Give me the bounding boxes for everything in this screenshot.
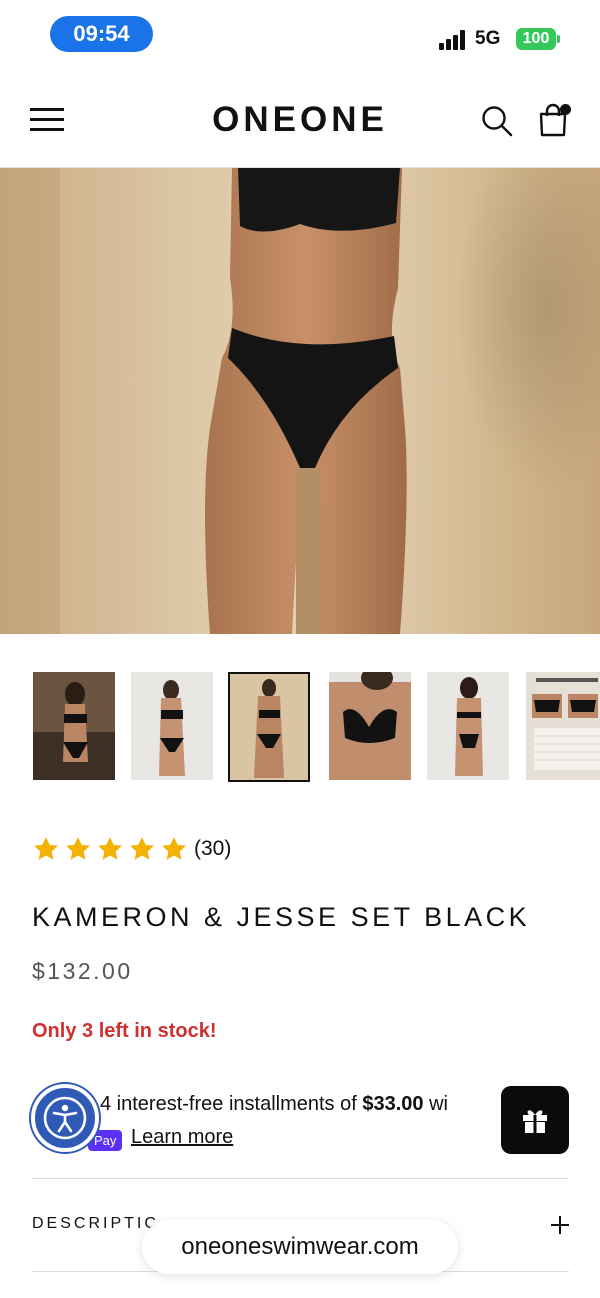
installments-suffix: wi [423,1093,448,1115]
installments-text: 4 interest-free installments of $33.00 w… [100,1093,448,1116]
status-bar: 09:54 5G 100 [0,0,600,70]
product-price: $132.00 [32,958,133,984]
star-icon [34,837,58,860]
cellular-signal-icon [439,30,467,50]
hero-photo [0,168,600,634]
review-count[interactable]: (30) [194,837,231,861]
site-header: ONEONE [0,70,600,168]
accessibility-button[interactable] [31,1084,99,1152]
browser-url-bar[interactable]: oneoneswimwear.com [142,1220,458,1274]
star-icon [66,837,90,860]
installment-amount: $33.00 [362,1093,424,1115]
star-icon [98,837,122,860]
thumbnail-3[interactable] [228,672,310,782]
product-main-image[interactable] [0,168,600,634]
thumbnail-strip [0,672,600,784]
gift-button[interactable] [501,1086,569,1154]
installments-prefix: 4 interest-free installments of [100,1093,363,1115]
accessibility-icon [43,1096,87,1140]
product-rating[interactable]: (30) [32,834,231,864]
status-time: 09:54 [50,16,153,52]
learn-more-link[interactable]: Learn more [131,1126,233,1149]
thumbnail-1[interactable] [33,672,115,782]
star-icon [162,837,186,860]
description-accordion-label[interactable]: DESCRIPTIC [32,1215,159,1233]
thumbnail-2[interactable] [131,672,213,782]
battery-level: 100 [522,30,550,47]
cart-badge-dot [560,104,571,115]
gift-icon [523,1110,547,1133]
divider [32,1178,569,1179]
battery-icon: 100 [516,28,560,50]
network-type: 5G [475,28,501,49]
thumbnail-6[interactable] [526,672,600,782]
product-title: KAMERON & JESSE SET BLACK [32,902,531,932]
plus-icon[interactable] [551,1216,569,1234]
stock-warning: Only 3 left in stock! [32,1020,217,1042]
star-icon [130,837,154,860]
search-icon[interactable] [480,104,514,138]
thumbnail-5[interactable] [427,672,509,782]
thumbnail-4[interactable] [329,672,411,782]
